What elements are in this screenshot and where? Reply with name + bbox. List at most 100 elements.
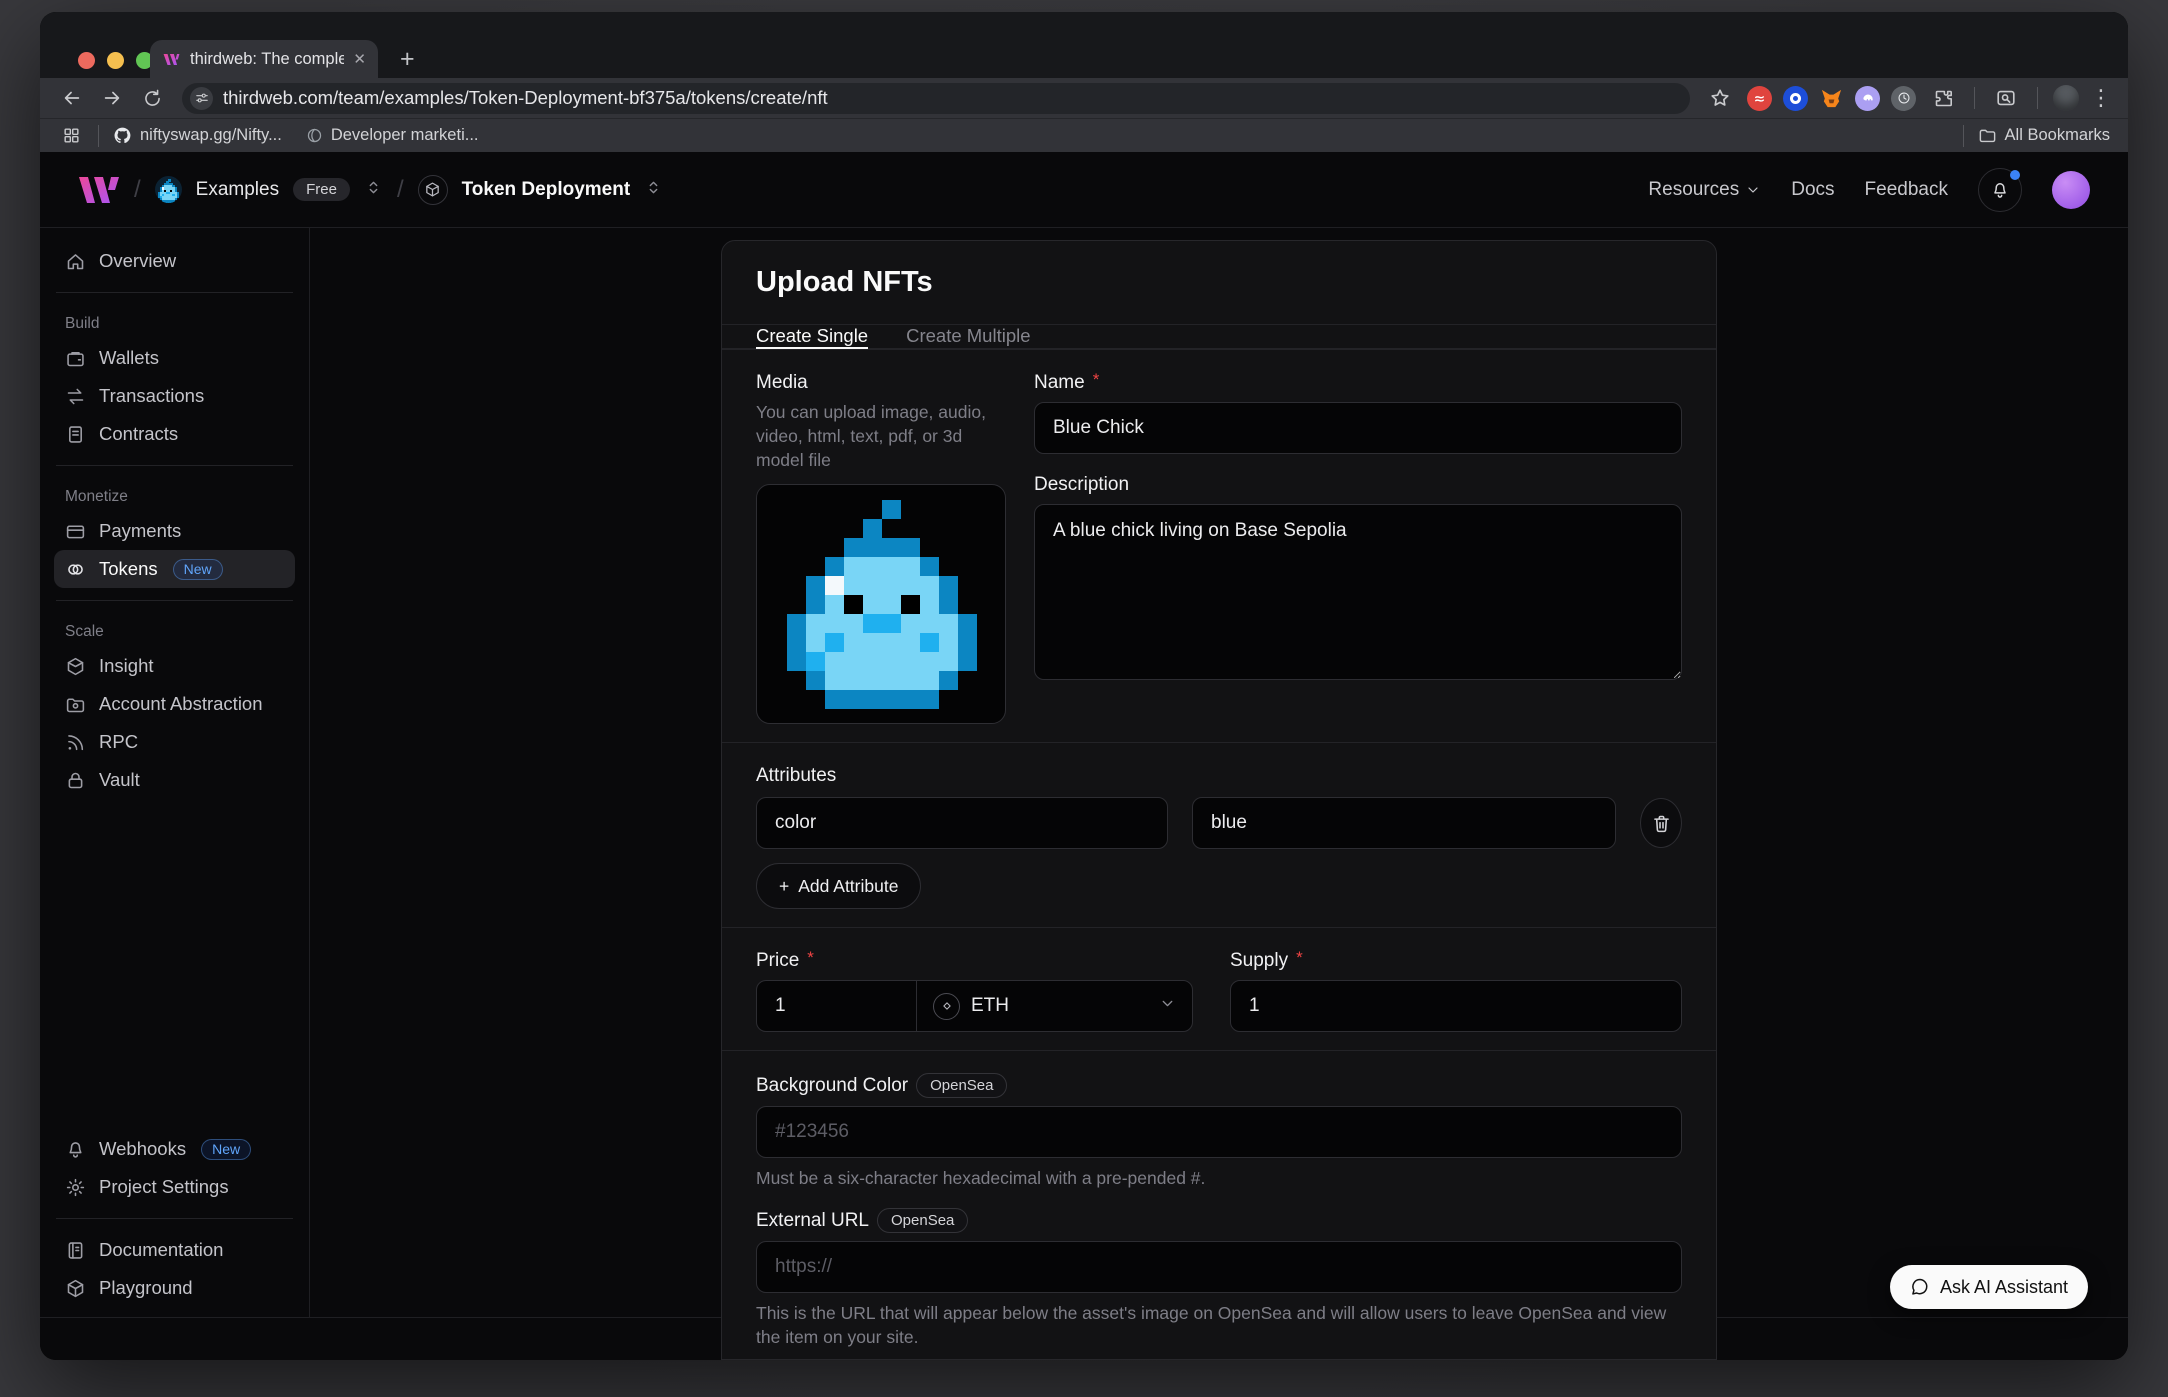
- sidebar-item-account-abstraction[interactable]: Account Abstraction: [54, 685, 295, 723]
- extensions-puzzle-icon[interactable]: [1927, 82, 1959, 114]
- currency-label: ETH: [971, 995, 1009, 1017]
- new-badge: New: [173, 559, 223, 580]
- close-window-button[interactable]: [78, 52, 95, 69]
- tab-create-single[interactable]: Create Single: [756, 325, 868, 349]
- bookmark-item-developer[interactable]: Developer marketi...: [306, 126, 479, 145]
- tab-search-icon[interactable]: [1990, 82, 2022, 114]
- bookmarks-divider: [1963, 125, 1964, 147]
- metamask-extension-icon[interactable]: [1819, 86, 1844, 111]
- sidebar-label: Overview: [99, 250, 176, 272]
- notifications-button[interactable]: [1978, 168, 2022, 212]
- sidebar-divider: [56, 600, 293, 601]
- create-tabs: Create Single Create Multiple: [722, 325, 1716, 349]
- currency-select[interactable]: ETH: [917, 981, 1192, 1031]
- sidebar-item-playground[interactable]: Playground: [54, 1269, 295, 1307]
- sidebar-item-webhooks[interactable]: Webhooks New: [54, 1130, 295, 1168]
- sidebar-item-insight[interactable]: Insight: [54, 647, 295, 685]
- sidebar-item-contracts[interactable]: Contracts: [54, 415, 295, 453]
- sidebar-divider: [56, 292, 293, 293]
- sidebar-item-documentation[interactable]: Documentation: [54, 1231, 295, 1269]
- toolbar-divider: [1974, 87, 1975, 109]
- attribute-name-input[interactable]: [756, 797, 1168, 849]
- sidebar-label: Project Settings: [99, 1176, 229, 1198]
- team-switcher-icon[interactable]: [364, 178, 383, 202]
- trash-icon: [1651, 813, 1672, 834]
- address-bar[interactable]: thirdweb.com/team/examples/Token-Deploym…: [182, 83, 1690, 114]
- all-bookmarks-button[interactable]: All Bookmarks: [1978, 126, 2110, 145]
- name-label: Name *: [1034, 372, 1682, 394]
- add-attribute-button[interactable]: + Add Attribute: [756, 863, 921, 909]
- wallet-icon: [65, 348, 86, 369]
- project-name[interactable]: Token Deployment: [462, 179, 631, 201]
- browser-tab[interactable]: thirdweb: The complete web3 ✕: [150, 40, 378, 78]
- new-tab-button[interactable]: +: [400, 48, 415, 70]
- back-nav-icon[interactable]: [56, 82, 88, 114]
- browser-profile-avatar[interactable]: [2053, 85, 2079, 111]
- bookmark-star-icon[interactable]: [1704, 82, 1736, 114]
- sidebar-item-transactions[interactable]: Transactions: [54, 377, 295, 415]
- sidebar-item-payments[interactable]: Payments: [54, 512, 295, 550]
- opensea-badge: OpenSea: [916, 1073, 1007, 1098]
- extension-blue-icon[interactable]: [1783, 86, 1808, 111]
- price-amount-input[interactable]: [757, 981, 917, 1031]
- sidebar-section-scale: Scale: [54, 623, 295, 641]
- media-upload-preview[interactable]: [756, 484, 1006, 724]
- thirdweb-page: / Examples Free / Token Deployment R: [40, 152, 2128, 1360]
- sidebar-item-rpc[interactable]: RPC: [54, 723, 295, 761]
- tokens-coins-icon: [65, 559, 86, 580]
- nav-feedback[interactable]: Feedback: [1865, 179, 1948, 201]
- folder-account-icon: [65, 694, 86, 715]
- extension-clock-icon[interactable]: [1891, 86, 1916, 111]
- tab-create-multiple[interactable]: Create Multiple: [906, 325, 1030, 349]
- external-url-input[interactable]: [756, 1241, 1682, 1293]
- credit-card-icon: [65, 521, 86, 542]
- sidebar-item-wallets[interactable]: Wallets: [54, 339, 295, 377]
- description-label: Description: [1034, 474, 1682, 496]
- sidebar-item-tokens[interactable]: Tokens New: [54, 550, 295, 588]
- sidebar-item-vault[interactable]: Vault: [54, 761, 295, 799]
- minimize-window-button[interactable]: [107, 52, 124, 69]
- sidebar-item-project-settings[interactable]: Project Settings: [54, 1168, 295, 1206]
- forward-nav-icon[interactable]: [96, 82, 128, 114]
- project-switcher-icon[interactable]: [644, 178, 663, 202]
- breadcrumb-separator: /: [397, 176, 404, 204]
- bookmark-item-niftyswap[interactable]: niftyswap.gg/Nifty...: [113, 126, 282, 145]
- nav-docs[interactable]: Docs: [1791, 179, 1834, 201]
- reload-icon[interactable]: [136, 82, 168, 114]
- nav-resources[interactable]: Resources: [1648, 179, 1761, 201]
- sidebar-label: RPC: [99, 731, 138, 753]
- browser-menu-icon[interactable]: ⋮: [2090, 85, 2112, 111]
- name-input[interactable]: [1034, 402, 1682, 454]
- sidebar-label: Insight: [99, 655, 154, 677]
- required-asterisk: *: [807, 948, 814, 968]
- site-settings-icon[interactable]: [190, 87, 213, 110]
- background-color-label-text: Background Color: [756, 1075, 908, 1097]
- bookmarks-divider: [98, 125, 99, 147]
- phantom-extension-icon[interactable]: [1855, 86, 1880, 111]
- ask-ai-assistant-button[interactable]: Ask AI Assistant: [1890, 1265, 2088, 1309]
- ask-ai-assistant-label: Ask AI Assistant: [1940, 1277, 2068, 1298]
- apps-grid-icon[interactable]: [58, 120, 84, 152]
- description-textarea[interactable]: A blue chick living on Base Sepolia: [1034, 504, 1682, 680]
- tab-close-icon[interactable]: ✕: [353, 50, 366, 68]
- browser-toolbar: thirdweb.com/team/examples/Token-Deploym…: [40, 78, 2128, 118]
- globe-icon: [306, 127, 323, 144]
- sidebar-item-overview[interactable]: Overview: [54, 242, 295, 280]
- eth-icon: [933, 993, 960, 1020]
- section-media-name: Media You can upload image, audio, video…: [722, 349, 1716, 742]
- page-title: Upload NFTs: [756, 266, 1682, 299]
- delete-attribute-button[interactable]: [1640, 798, 1682, 848]
- nav-resources-label: Resources: [1648, 179, 1739, 201]
- name-label-text: Name: [1034, 372, 1085, 394]
- section-price-supply: Price * ETH: [722, 927, 1716, 1050]
- extension-red-icon[interactable]: [1747, 86, 1772, 111]
- background-color-input[interactable]: [756, 1106, 1682, 1158]
- sidebar-label: Playground: [99, 1277, 193, 1299]
- header-nav: Resources Docs Feedback: [1648, 168, 2090, 212]
- attribute-value-input[interactable]: [1192, 797, 1616, 849]
- thirdweb-logo[interactable]: [78, 176, 120, 204]
- window-controls: [78, 52, 153, 69]
- supply-input[interactable]: [1230, 980, 1682, 1032]
- team-name[interactable]: Examples: [196, 179, 279, 201]
- user-avatar[interactable]: [2052, 171, 2090, 209]
